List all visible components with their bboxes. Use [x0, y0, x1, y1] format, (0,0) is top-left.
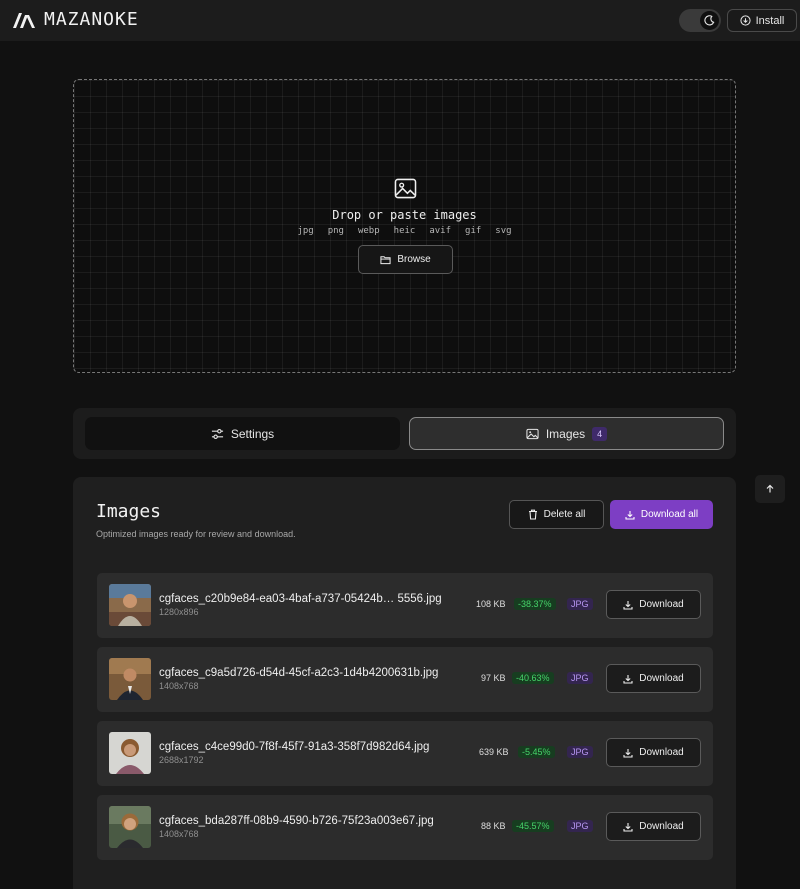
- image-icon: [394, 178, 417, 199]
- tab-images[interactable]: Images 4: [409, 417, 724, 450]
- download-button[interactable]: Download: [606, 738, 701, 767]
- delete-all-button[interactable]: Delete all: [509, 500, 604, 529]
- download-icon: [623, 674, 633, 684]
- top-bar: MAZANOKE Install: [0, 0, 800, 41]
- format-svg: svg: [495, 226, 512, 236]
- download-button[interactable]: Download: [606, 590, 701, 619]
- sliders-icon: [211, 428, 224, 440]
- format-heic: heic: [393, 226, 416, 236]
- dropzone-title: Drop or paste images: [332, 208, 477, 222]
- scroll-top-button[interactable]: [755, 475, 785, 503]
- image-dimensions: 1408x768: [159, 829, 199, 839]
- brand-name: MAZANOKE: [44, 9, 139, 30]
- download-button[interactable]: Download: [606, 664, 701, 693]
- image-row: cgfaces_bda287ff-08b9-4590-b726-75f23a00…: [97, 795, 713, 860]
- format-gif: gif: [465, 226, 482, 236]
- image-filename: cgfaces_c9a5d726-d54d-45cf-a2c3-1d4b4200…: [159, 667, 439, 679]
- trash-icon: [528, 509, 538, 520]
- size-change-badge: -38.37%: [514, 598, 556, 610]
- tab-settings[interactable]: Settings: [85, 417, 400, 450]
- format-badge: JPG: [567, 598, 593, 610]
- tab-images-label: Images: [545, 426, 586, 441]
- image-filename: cgfaces_bda287ff-08b9-4590-b726-75f23a00…: [159, 815, 434, 827]
- image-size: 88 KB: [481, 821, 506, 831]
- image-size: 108 KB: [476, 599, 506, 609]
- arrow-up-icon: [765, 484, 775, 494]
- image-dimensions: 2688x1792: [159, 755, 204, 765]
- format-badge: JPG: [567, 746, 593, 758]
- image-filename: cgfaces_c20b9e84-ea03-4baf-a737-05424b… …: [159, 593, 442, 605]
- theme-toggle[interactable]: [679, 9, 721, 32]
- download-icon: [623, 822, 633, 832]
- images-panel: Images Optimized images ready for review…: [73, 477, 736, 889]
- image-icon: [526, 428, 539, 440]
- download-label: Download: [639, 821, 684, 832]
- tab-bar: Settings Images 4: [73, 408, 736, 459]
- download-icon: [623, 748, 633, 758]
- image-filename: cgfaces_c4ce99d0-7f8f-45f7-91a3-358f7d98…: [159, 741, 430, 753]
- image-dimensions: 1408x768: [159, 681, 199, 691]
- dropzone[interactable]: Drop or paste images jpg png webp heic a…: [73, 79, 736, 373]
- panel-title: Images: [96, 501, 162, 522]
- size-change-badge: -45.57%: [512, 820, 554, 832]
- image-thumbnail: [109, 658, 151, 700]
- folder-icon: [380, 255, 391, 265]
- download-label: Download: [639, 673, 684, 684]
- image-thumbnail: [109, 732, 151, 774]
- browse-label: Browse: [397, 254, 431, 265]
- moon-icon: [700, 11, 719, 30]
- download-icon: [625, 510, 635, 520]
- install-button[interactable]: Install: [727, 9, 797, 32]
- download-circle-icon: [740, 15, 751, 26]
- tab-settings-label: Settings: [230, 426, 275, 441]
- image-size: 639 KB: [479, 747, 509, 757]
- download-button[interactable]: Download: [606, 812, 701, 841]
- download-label: Download: [639, 599, 684, 610]
- images-count-badge: 4: [592, 426, 608, 441]
- brand[interactable]: MAZANOKE: [12, 9, 139, 30]
- format-png: png: [327, 226, 344, 236]
- image-dimensions: 1280x896: [159, 607, 199, 617]
- image-row: cgfaces_c4ce99d0-7f8f-45f7-91a3-358f7d98…: [97, 721, 713, 786]
- download-all-label: Download all: [640, 509, 699, 520]
- image-thumbnail: [109, 806, 151, 848]
- delete-all-label: Delete all: [543, 509, 586, 520]
- panel-subtitle: Optimized images ready for review and do…: [96, 529, 296, 539]
- download-icon: [623, 600, 633, 610]
- image-thumbnail: [109, 584, 151, 626]
- size-change-badge: -5.45%: [518, 746, 555, 758]
- image-row: cgfaces_c9a5d726-d54d-45cf-a2c3-1d4b4200…: [97, 647, 713, 712]
- format-jpg: jpg: [297, 226, 314, 236]
- format-avif: avif: [429, 226, 452, 236]
- logo-icon: [12, 11, 36, 29]
- browse-button[interactable]: Browse: [358, 245, 453, 274]
- image-row: cgfaces_c20b9e84-ea03-4baf-a737-05424b… …: [97, 573, 713, 638]
- install-label: Install: [755, 14, 785, 27]
- image-size: 97 KB: [481, 673, 506, 683]
- format-list: jpg png webp heic avif gif svg: [74, 226, 735, 236]
- format-webp: webp: [357, 226, 380, 236]
- download-label: Download: [639, 747, 684, 758]
- format-badge: JPG: [567, 672, 593, 684]
- download-all-button[interactable]: Download all: [610, 500, 713, 529]
- size-change-badge: -40.63%: [512, 672, 554, 684]
- format-badge: JPG: [567, 820, 593, 832]
